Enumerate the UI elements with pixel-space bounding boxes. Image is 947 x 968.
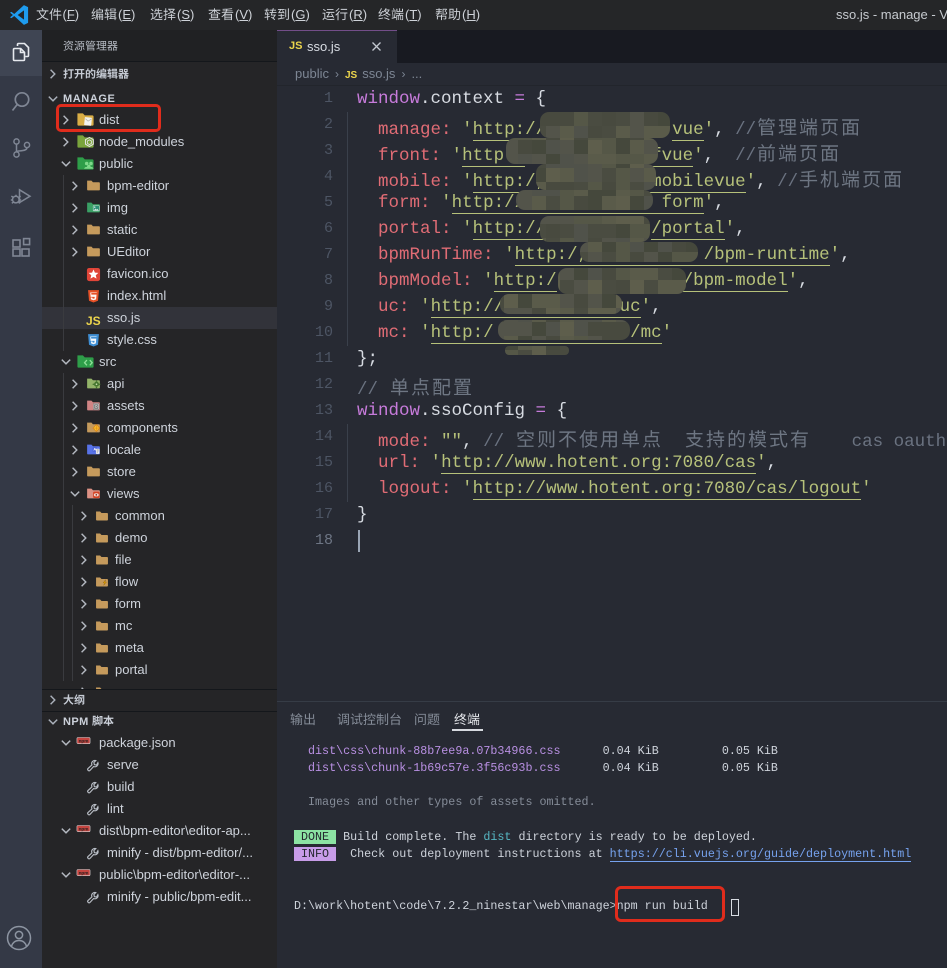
svg-text:npm: npm <box>79 827 89 832</box>
svg-text:npm: npm <box>79 871 89 876</box>
svg-text:npm: npm <box>79 739 89 744</box>
